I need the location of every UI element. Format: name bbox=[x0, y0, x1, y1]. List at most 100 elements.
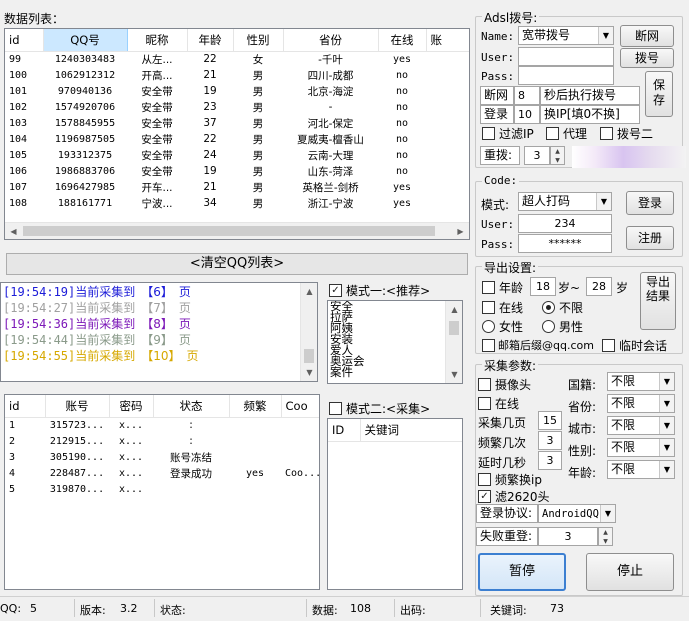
spin-down-icon[interactable]: ▼ bbox=[551, 156, 564, 165]
spin-down-icon[interactable]: ▼ bbox=[599, 537, 612, 546]
table-row[interactable]: 100 1062912312 开高... 21 男 四川-成都 no bbox=[5, 67, 469, 83]
export-female-radio[interactable] bbox=[482, 320, 495, 333]
retry-input[interactable]: 3 bbox=[538, 527, 598, 546]
table-row[interactable]: 101 970940136 安全带 19 男 北京-海淀 no bbox=[5, 83, 469, 99]
data-list-hscrollbar[interactable]: ◀ ▶ bbox=[5, 222, 469, 239]
freq-ip-checkbox[interactable] bbox=[478, 473, 491, 486]
col-qq[interactable]: QQ号 bbox=[43, 29, 128, 52]
adsl-pass-input[interactable] bbox=[518, 66, 614, 85]
col-account[interactable]: 账 bbox=[426, 29, 469, 52]
col-password[interactable]: 密码 bbox=[109, 395, 154, 418]
table-row[interactable]: 104 1196987505 安全带 22 男 夏威夷-檀香山 no bbox=[5, 131, 469, 147]
log-panel[interactable]: [19:54:19]当前采集到 【6】页 [19:54:27]当前采集到 【7】页 [1… bbox=[0, 282, 318, 382]
scroll-thumb[interactable] bbox=[23, 226, 435, 236]
redial-input[interactable]: 3 bbox=[524, 146, 550, 165]
protocol-select[interactable]: AndroidQQ ▼ bbox=[538, 504, 616, 523]
col-id[interactable]: id bbox=[5, 395, 46, 418]
col-account[interactable]: 账号 bbox=[45, 395, 110, 418]
chevron-down-icon[interactable]: ▼ bbox=[659, 461, 674, 478]
table-row[interactable]: 107 1696427985 开车... 21 男 英格兰-剑桥 yes bbox=[5, 179, 469, 195]
chevron-down-icon[interactable]: ▼ bbox=[596, 193, 611, 210]
col-frequent[interactable]: 频繁 bbox=[229, 395, 282, 418]
code-pass-input[interactable]: ****** bbox=[518, 234, 612, 253]
table-row[interactable]: 103 1578845955 安全带 37 男 河北-保定 no bbox=[5, 115, 469, 131]
mode1-vscrollbar[interactable]: ▲ ▼ bbox=[445, 301, 462, 383]
table-row[interactable]: 1 315723... x...: bbox=[5, 417, 319, 433]
table-row[interactable]: 106 1986883706 安全带 19 男 山东-菏泽 no bbox=[5, 163, 469, 179]
age-select[interactable]: 不限 ▼ bbox=[607, 460, 675, 479]
spin-up-icon[interactable]: ▲ bbox=[551, 147, 564, 156]
gender-select[interactable]: 不限 ▼ bbox=[607, 438, 675, 457]
filter-ip-checkbox[interactable] bbox=[482, 127, 495, 140]
clear-qq-list-button[interactable]: <清空QQ列表> bbox=[6, 253, 468, 275]
col-gender[interactable]: 性别 bbox=[233, 29, 284, 52]
code-login-button[interactable]: 登录 bbox=[626, 191, 674, 215]
pages-input[interactable]: 15 bbox=[538, 411, 562, 430]
table-row[interactable]: 105 193312375 安全带 24 男 云南-大理 no bbox=[5, 147, 469, 163]
export-results-button[interactable]: 导出结果 bbox=[640, 272, 676, 330]
freq-input[interactable]: 3 bbox=[538, 431, 562, 450]
mode1-keyword-list[interactable]: 安全 拉萨 阿姨 安装 爱人 奥运会 案件 ▲ ▼ bbox=[327, 300, 463, 384]
adsl-name-select[interactable]: 宽带拨号 ▼ bbox=[518, 26, 614, 45]
break-seconds-input[interactable]: 8 bbox=[514, 86, 540, 105]
code-user-input[interactable]: 234 bbox=[518, 214, 612, 233]
chevron-down-icon[interactable]: ▼ bbox=[600, 505, 615, 522]
dial2-checkbox[interactable] bbox=[600, 127, 613, 140]
scroll-thumb[interactable] bbox=[304, 349, 314, 363]
disconnect-button[interactable]: 断网 bbox=[620, 25, 674, 47]
code-register-button[interactable]: 注册 bbox=[626, 226, 674, 250]
collect-online-checkbox[interactable] bbox=[478, 397, 491, 410]
chevron-down-icon[interactable]: ▼ bbox=[659, 395, 674, 412]
redial-spinner[interactable]: ▲ ▼ bbox=[550, 146, 565, 165]
delay-input[interactable]: 3 bbox=[538, 451, 562, 470]
export-male-radio[interactable] bbox=[542, 320, 555, 333]
province-select[interactable]: 不限 ▼ bbox=[607, 394, 675, 413]
chevron-down-icon[interactable]: ▼ bbox=[598, 27, 613, 44]
stop-button[interactable]: 停止 bbox=[586, 553, 674, 591]
city-select[interactable]: 不限 ▼ bbox=[607, 416, 675, 435]
col-online[interactable]: 在线 bbox=[378, 29, 427, 52]
retry-spinner[interactable]: ▲ ▼ bbox=[598, 527, 613, 546]
chevron-down-icon[interactable]: ▼ bbox=[659, 439, 674, 456]
table-row[interactable]: 3 305190... x... 账号冻结 bbox=[5, 449, 319, 465]
export-online-checkbox[interactable] bbox=[482, 301, 495, 314]
chevron-down-icon[interactable]: ▼ bbox=[659, 373, 674, 390]
mode1-checkbox[interactable]: ✓ bbox=[329, 284, 342, 297]
export-temp-chat-checkbox[interactable] bbox=[602, 339, 615, 352]
account-list-grid[interactable]: id 账号 密码 状态 频繁 Coo 1 315723... x...: 2 21291… bbox=[4, 394, 320, 590]
dial-button[interactable]: 拨号 bbox=[620, 48, 674, 68]
col-id[interactable]: ID bbox=[328, 419, 361, 442]
col-keyword[interactable]: 关键词 bbox=[360, 419, 462, 442]
log-vscrollbar[interactable]: ▲ ▼ bbox=[300, 283, 317, 381]
export-age-to-input[interactable]: 28 bbox=[586, 277, 612, 296]
scroll-up-icon[interactable]: ▲ bbox=[301, 283, 317, 300]
filter2620-checkbox[interactable]: ✓ bbox=[478, 490, 491, 503]
list-item[interactable]: 案件 bbox=[330, 366, 365, 378]
export-email-checkbox[interactable] bbox=[482, 339, 495, 352]
col-status[interactable]: 状态 bbox=[153, 395, 230, 418]
col-province[interactable]: 省份 bbox=[283, 29, 379, 52]
scroll-down-icon[interactable]: ▼ bbox=[301, 364, 317, 381]
table-row[interactable]: 99 1240303483 从左... 22 女 -千叶 yes bbox=[5, 51, 469, 67]
spin-up-icon[interactable]: ▲ bbox=[599, 528, 612, 537]
col-id[interactable]: id bbox=[5, 29, 44, 52]
table-row[interactable]: 5 319870... x... bbox=[5, 481, 319, 497]
scroll-down-icon[interactable]: ▼ bbox=[446, 366, 462, 383]
code-mode-select[interactable]: 超人打码 ▼ bbox=[518, 192, 612, 211]
table-row[interactable]: 2 212915... x...: bbox=[5, 433, 319, 449]
scroll-thumb[interactable] bbox=[449, 321, 459, 335]
login-count-input[interactable]: 10 bbox=[514, 105, 540, 124]
data-list-grid[interactable]: id QQ号 昵称 年龄 性别 省份 在线 账 99 1240303483 从左..… bbox=[4, 28, 470, 240]
proxy-checkbox[interactable] bbox=[546, 127, 559, 140]
pause-button[interactable]: 暂停 bbox=[478, 553, 566, 591]
table-row[interactable]: 108 188161771 宁波... 34 男 浙江-宁波 yes bbox=[5, 195, 469, 211]
camera-checkbox[interactable] bbox=[478, 378, 491, 391]
table-row[interactable]: 102 1574920706 安全带 23 男 - no bbox=[5, 99, 469, 115]
adsl-user-input[interactable] bbox=[518, 47, 614, 66]
col-age[interactable]: 年龄 bbox=[187, 29, 234, 52]
scroll-up-icon[interactable]: ▲ bbox=[446, 301, 462, 318]
export-age-checkbox[interactable] bbox=[482, 281, 495, 294]
mode2-checkbox[interactable] bbox=[329, 402, 342, 415]
col-cookie[interactable]: Coo bbox=[281, 395, 319, 418]
mode2-keyword-list[interactable]: ID 关键词 bbox=[327, 418, 463, 590]
